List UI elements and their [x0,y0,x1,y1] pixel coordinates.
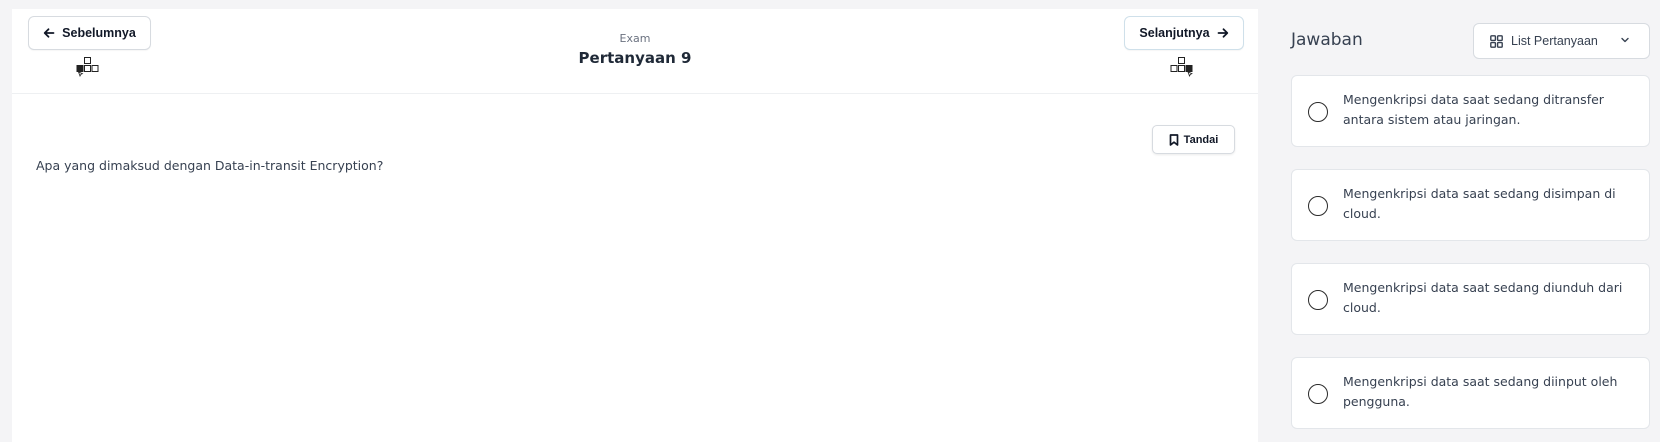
bookmark-icon [1169,133,1179,146]
radio-button[interactable] [1308,102,1328,122]
mark-question-button[interactable]: Tandai [1152,125,1235,154]
next-button[interactable]: Selanjutnya [1124,16,1244,50]
next-button-label: Selanjutnya [1139,26,1210,40]
arrow-keys-icon [1170,57,1193,77]
answer-option[interactable]: Mengenkripsi data saat sedang diinput ol… [1291,357,1650,429]
grid-icon [1490,34,1503,48]
exam-subtitle: Exam [619,32,651,45]
answer-text: Mengenkripsi data saat sedang diinput ol… [1343,374,1618,409]
mark-button-label: Tandai [1183,133,1219,146]
answer-text: Mengenkripsi data saat sedang diunduh da… [1343,280,1623,315]
answers-heading: Jawaban [1291,30,1363,50]
answer-text: Mengenkripsi data saat sedang ditransfer… [1343,92,1604,127]
exam-header: Sebelumnya Exam Pertanyaan 9 Selanjutnya [12,9,1258,94]
answer-option[interactable]: Mengenkripsi data saat sedang diunduh da… [1291,263,1650,335]
answer-option[interactable]: Mengenkripsi data saat sedang disimpan d… [1291,169,1650,241]
question-list-label: List Pertanyaan [1511,34,1598,48]
question-panel: Sebelumnya Exam Pertanyaan 9 Selanjutnya [12,9,1258,442]
question-list-dropdown[interactable]: List Pertanyaan [1473,23,1650,59]
answer-text: Mengenkripsi data saat sedang disimpan d… [1343,186,1616,221]
page-title: Pertanyaan 9 [578,49,692,67]
question-text: Apa yang dimaksud dengan Data-in-transit… [36,158,384,173]
chevron-down-icon [1621,37,1629,43]
answer-option[interactable]: Mengenkripsi data saat sedang ditransfer… [1291,75,1650,147]
radio-button[interactable] [1308,384,1328,404]
radio-button[interactable] [1308,290,1328,310]
radio-button[interactable] [1308,196,1328,216]
arrow-right-icon [1217,28,1228,38]
